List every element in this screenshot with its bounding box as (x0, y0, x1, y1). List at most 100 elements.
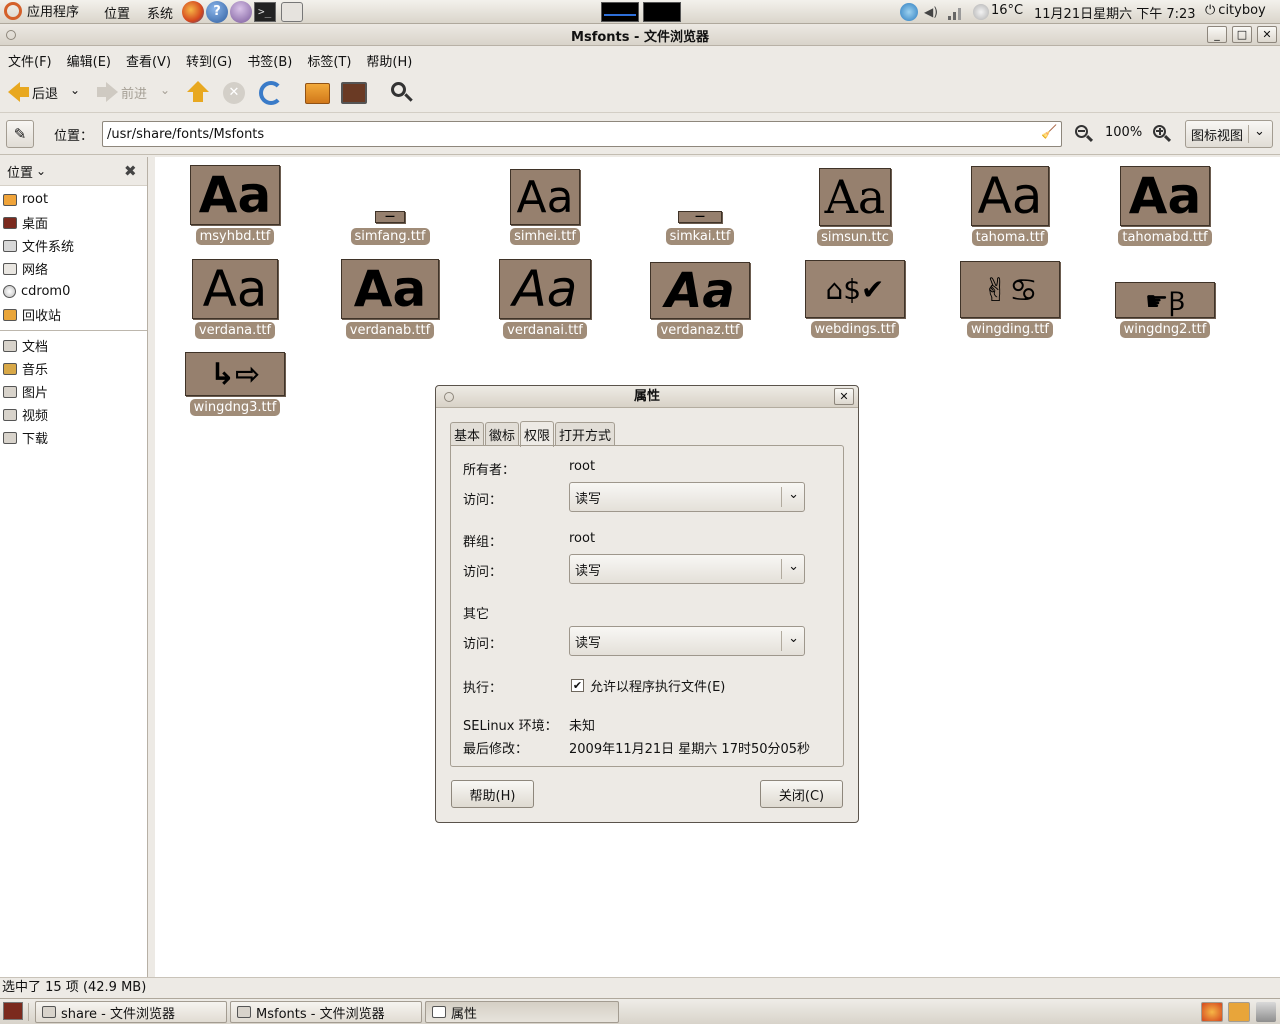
forward-button[interactable]: 前进 (97, 82, 147, 102)
taskbar-item-properties[interactable]: 属性 (425, 1001, 619, 1023)
sidebar-item-network[interactable]: 网络 (0, 257, 147, 280)
file-item[interactable]: ✌♋ wingding.ttf (940, 261, 1080, 338)
tab-permissions[interactable]: 权限 (520, 421, 555, 447)
folder-tray-icon[interactable] (1228, 1002, 1250, 1022)
applications-menu[interactable]: 应用程序 (4, 1, 79, 20)
file-item[interactable]: Aa tahoma.ttf (940, 166, 1080, 246)
file-item[interactable]: — simkai.ttf (630, 211, 770, 245)
exec-checkbox[interactable]: ✔ 允许以程序执行文件(E) (571, 676, 725, 695)
tab-basic[interactable]: 基本 (450, 422, 485, 446)
sidebar-item-documents[interactable]: 文档 (0, 334, 147, 357)
close-button[interactable]: 关闭(C) (760, 780, 843, 808)
reload-icon[interactable] (259, 81, 283, 105)
screenshot-launcher-icon[interactable] (281, 2, 303, 22)
menu-edit[interactable]: 编辑(E) (67, 51, 111, 70)
pidgin-launcher-icon[interactable] (230, 1, 252, 23)
system-monitor-cpu[interactable] (601, 2, 639, 22)
clear-location-icon[interactable]: 🧹 (1041, 125, 1057, 143)
system-menu[interactable]: 系统 (147, 3, 173, 22)
temperature[interactable]: 16°C (991, 3, 1023, 18)
file-item[interactable]: Aa msyhbd.ttf (165, 165, 305, 245)
system-monitor-mem[interactable] (643, 2, 681, 22)
file-item[interactable]: Aa simsun.ttc (785, 168, 925, 246)
forward-history-chevron-icon[interactable]: ⌄ (160, 83, 170, 97)
user-switcher[interactable]: ⏻ cityboy (1205, 3, 1266, 18)
trash-applet-icon[interactable] (1256, 1002, 1276, 1022)
sidebar-item-trash[interactable]: 回收站 (0, 303, 147, 326)
wifi-signal-icon[interactable] (946, 4, 966, 20)
font-thumbnail: Aa (650, 262, 750, 319)
font-thumbnail: ↳⇨ (185, 352, 285, 396)
menu-file[interactable]: 文件(F) (8, 51, 52, 70)
sidebar-item-videos[interactable]: 视频 (0, 403, 147, 426)
close-sidebar-icon[interactable]: ✖ (124, 162, 137, 180)
places-menu[interactable]: 位置 (104, 3, 130, 22)
menu-tabs[interactable]: 标签(T) (307, 51, 351, 70)
volume-icon[interactable]: ◀) (924, 5, 940, 19)
edit-location-toggle-icon[interactable]: ✎ (6, 120, 34, 148)
sidebar-item-filesystem[interactable]: 文件系统 (0, 234, 147, 257)
firefox-launcher-icon[interactable] (182, 1, 204, 23)
sidebar-item-label: root (22, 192, 49, 207)
menu-help[interactable]: 帮助(H) (366, 51, 412, 70)
sidebar-item-pictures[interactable]: 图片 (0, 380, 147, 403)
zoom-level[interactable]: 100% (1105, 125, 1142, 140)
dialog-menu-icon[interactable] (444, 392, 454, 402)
close-window-button[interactable]: ✕ (1257, 26, 1277, 43)
firefox-tray-icon[interactable] (1201, 1002, 1223, 1022)
dialog-close-icon[interactable]: ✕ (834, 388, 854, 405)
taskbar-item-msfonts[interactable]: Msfonts - 文件浏览器 (230, 1001, 422, 1023)
clock[interactable]: 11月21日星期六 下午 7:23 (1034, 3, 1196, 22)
menu-go[interactable]: 转到(G) (186, 51, 232, 70)
taskbar-item-share[interactable]: share - 文件浏览器 (35, 1001, 227, 1023)
sidebar-item-downloads[interactable]: 下载 (0, 426, 147, 449)
file-item[interactable]: ↳⇨ wingdng3.ttf (165, 352, 305, 416)
file-item[interactable]: — simfang.ttf (320, 211, 460, 245)
show-desktop-icon[interactable] (3, 1002, 23, 1020)
view-mode-select[interactable]: 图标视图 ⌄ (1185, 120, 1273, 148)
file-item[interactable]: Aa tahomabd.ttf (1095, 166, 1235, 246)
location-input[interactable]: /usr/share/fonts/Msfonts (102, 121, 1062, 147)
help-launcher-icon[interactable]: ? (206, 1, 228, 23)
computer-icon[interactable] (341, 82, 367, 104)
minimize-button[interactable]: _ (1207, 26, 1227, 43)
maximize-button[interactable]: □ (1232, 26, 1252, 43)
sidebar-item-cdrom[interactable]: cdrom0 (0, 280, 147, 303)
window-titlebar[interactable]: Msfonts - 文件浏览器 _ □ ✕ (0, 24, 1280, 46)
zoom-in-icon[interactable] (1153, 125, 1172, 143)
back-button[interactable]: 后退 (8, 82, 58, 102)
sidebar-type-select[interactable]: 位置 (7, 162, 33, 181)
file-item[interactable]: Aa simhei.ttf (475, 169, 615, 245)
terminal-launcher-icon[interactable]: >_ (254, 2, 276, 22)
location-path: /usr/share/fonts/Msfonts (107, 126, 265, 142)
up-button[interactable] (187, 81, 209, 103)
back-history-chevron-icon[interactable]: ⌄ (70, 83, 80, 97)
sidebar-chevron-down-icon[interactable]: ⌄ (36, 164, 46, 178)
stop-icon[interactable]: ✕ (223, 82, 245, 104)
sidebar-item-root[interactable]: root (0, 188, 147, 211)
file-item[interactable]: ⌂$✔ webdings.ttf (785, 260, 925, 338)
menu-view[interactable]: 查看(V) (126, 51, 171, 70)
home-folder-icon[interactable] (305, 83, 330, 104)
search-icon[interactable] (391, 82, 413, 104)
file-item[interactable]: ☛Ꞵ wingdng2.ttf (1095, 282, 1235, 338)
dialog-titlebar[interactable]: 属性 ✕ (436, 386, 858, 408)
help-button[interactable]: 帮助(H) (451, 780, 534, 808)
menu-bookmarks[interactable]: 书签(B) (247, 51, 292, 70)
network-icon[interactable] (900, 3, 918, 21)
file-item[interactable]: Aa verdana.ttf (165, 259, 305, 339)
zoom-out-icon[interactable] (1075, 125, 1094, 143)
tab-emblems[interactable]: 徽标 (485, 422, 520, 446)
pane-resize-handle[interactable] (148, 157, 155, 977)
file-name: wingdng3.ttf (189, 399, 281, 416)
tab-open-with[interactable]: 打开方式 (555, 422, 616, 446)
sidebar-item-music[interactable]: 音乐 (0, 357, 147, 380)
others-access-select[interactable]: 读写 ⌄ (569, 626, 805, 656)
group-value: root (569, 531, 596, 546)
file-item[interactable]: Aa verdanai.ttf (475, 259, 615, 339)
owner-access-select[interactable]: 读写 ⌄ (569, 482, 805, 512)
file-item[interactable]: Aa verdanab.ttf (320, 259, 460, 339)
sidebar-item-desktop[interactable]: 桌面 (0, 211, 147, 234)
group-access-select[interactable]: 读写 ⌄ (569, 554, 805, 584)
file-item[interactable]: Aa verdanaz.ttf (630, 262, 770, 339)
